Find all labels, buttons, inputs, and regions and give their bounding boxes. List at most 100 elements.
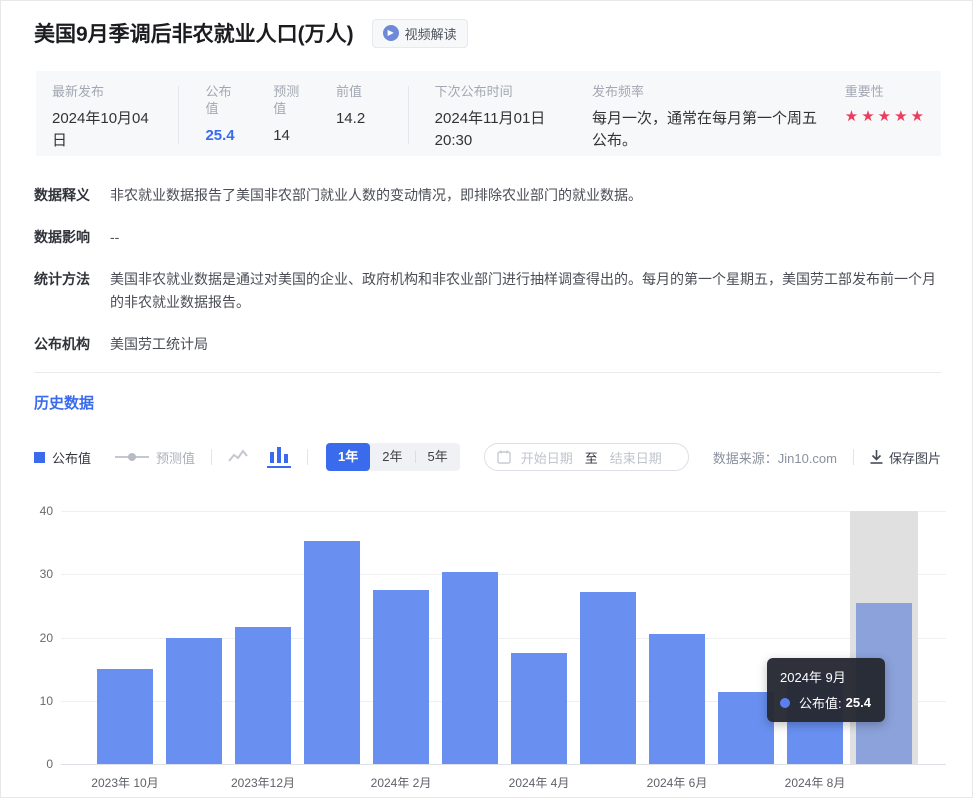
active-underline: [267, 466, 291, 468]
detail-label: 数据影响: [34, 226, 96, 249]
importance-stars: ★★★★★: [845, 108, 927, 126]
chart-plot: 2024年 9月 公布值: 25.4 0102030402023年 10月202…: [61, 511, 946, 764]
published-value: 25.4: [205, 125, 253, 147]
published-block: 公布值 25.4: [205, 84, 253, 156]
download-icon: [870, 450, 883, 464]
x-tick-label: 2023年 10月: [91, 774, 158, 791]
detail-label: 数据释义: [34, 184, 96, 207]
video-explain-button[interactable]: ▶ 视频解读: [372, 19, 468, 48]
x-tick-label: 2024年 8月: [785, 774, 846, 791]
range-tab-group: 1年 2年 5年: [326, 443, 460, 471]
bar-2024年1月[interactable]: [304, 541, 360, 764]
frequency-block: 发布频率 每月一次，通常在每月第一个周五公布。: [592, 84, 831, 156]
latest-release-value: 2024年10月04日: [52, 108, 163, 152]
detail-text: 美国劳工统计局: [110, 333, 208, 356]
y-tick-label: 30: [27, 567, 53, 581]
video-explain-label: 视频解读: [405, 24, 457, 43]
previous-block: 前值 14.2: [336, 84, 396, 156]
legend-published[interactable]: 公布值: [34, 448, 91, 467]
detail-row-agency: 公布机构 美国劳工统计局: [34, 333, 941, 356]
tooltip-value: 25.4: [846, 695, 871, 710]
end-date-field[interactable]: 结束日期: [610, 448, 662, 467]
date-range-picker[interactable]: 开始日期 至 结束日期: [484, 443, 689, 471]
tooltip-series-label: 公布值:: [799, 693, 842, 712]
detail-text: 非农就业数据报告了美国非农部门就业人数的变动情况，即排除农业部门的就业数据。: [110, 184, 642, 207]
detail-text: 美国非农就业数据是通过对美国的企业、政府机构和非农业部门进行抽样调查得出的。每月…: [110, 268, 941, 314]
forecast-label: 预测值: [273, 84, 305, 118]
divider: [853, 449, 854, 465]
title-row: 美国9月季调后非农就业人口(万人) ▶ 视频解读: [34, 18, 468, 48]
save-image-label: 保存图片: [889, 448, 941, 467]
y-tick-label: 10: [27, 694, 53, 708]
calendar-icon: [497, 450, 511, 464]
next-release-block: 下次公布时间 2024年11月01日 20:30: [435, 84, 574, 156]
legend-published-label: 公布值: [52, 448, 91, 467]
x-tick-label: 2024年 4月: [509, 774, 570, 791]
bar-2024年5月[interactable]: [580, 592, 636, 764]
tab-1year[interactable]: 1年: [326, 443, 370, 471]
detail-text: --: [110, 226, 119, 249]
page-title: 美国9月季调后非农就业人口(万人): [34, 18, 354, 48]
x-tick-label: 2024年 6月: [647, 774, 708, 791]
importance-block: 重要性 ★★★★★: [845, 84, 927, 156]
bar-2024年3月[interactable]: [442, 572, 498, 764]
summary-bar: 最新发布 2024年10月04日 公布值 25.4 预测值 14 前值 14.2…: [36, 71, 941, 156]
divider: [307, 449, 308, 465]
detail-row-definition: 数据释义 非农就业数据报告了美国非农部门就业人数的变动情况，即排除农业部门的就业…: [34, 184, 941, 207]
previous-value: 14.2: [336, 108, 396, 130]
tab-5year[interactable]: 5年: [416, 443, 460, 471]
bar-2023年12月[interactable]: [235, 627, 291, 764]
bar-chart-icon: [270, 447, 288, 463]
forecast-value: 14: [273, 125, 321, 147]
controls-right-group: 数据来源：Jin10.com 保存图片: [713, 448, 941, 467]
y-tick-label: 0: [27, 757, 53, 771]
section-divider: [34, 372, 941, 373]
detail-row-impact: 数据影响 --: [34, 226, 941, 249]
bar-2024年2月[interactable]: [373, 590, 429, 764]
next-release-label: 下次公布时间: [435, 84, 574, 101]
gridline: [61, 574, 946, 575]
importance-label: 重要性: [845, 84, 927, 101]
latest-release-label: 最新发布: [52, 84, 163, 101]
bar-2024年7月[interactable]: [718, 692, 774, 764]
bar-chart-toggle[interactable]: [267, 447, 291, 468]
divider: [211, 449, 212, 465]
bar-2023年10月[interactable]: [97, 669, 153, 764]
history-data-link[interactable]: 历史数据: [34, 392, 94, 413]
chart-controls: 公布值 预测值 1年 2年 5年 开始日期 至 结束日期 数据来源：Jin10.: [34, 442, 941, 472]
x-axis-line: [61, 764, 946, 765]
frequency-label: 发布频率: [592, 84, 831, 101]
legend-square-icon: [34, 452, 45, 463]
tooltip-row: 公布值: 25.4: [780, 693, 871, 712]
bar-2024年6月[interactable]: [649, 634, 705, 764]
previous-label: 前值: [336, 84, 396, 101]
divider: [178, 86, 179, 144]
published-label: 公布值: [205, 84, 237, 118]
date-separator: 至: [585, 448, 598, 467]
start-date-field[interactable]: 开始日期: [521, 448, 573, 467]
forecast-block: 预测值 14: [273, 84, 321, 156]
save-image-button[interactable]: 保存图片: [870, 448, 941, 467]
divider: [408, 86, 409, 144]
y-tick-label: 40: [27, 504, 53, 518]
legend-forecast-label: 预测值: [156, 448, 195, 467]
detail-label: 统计方法: [34, 268, 96, 314]
tooltip-title: 2024年 9月: [780, 667, 871, 686]
indicator-detail-page: 美国9月季调后非农就业人口(万人) ▶ 视频解读 最新发布 2024年10月04…: [0, 0, 973, 798]
line-chart-toggle[interactable]: [227, 449, 249, 465]
detail-section: 数据释义 非农就业数据报告了美国非农部门就业人数的变动情况，即排除农业部门的就业…: [34, 184, 941, 375]
detail-label: 公布机构: [34, 333, 96, 356]
latest-release-block: 最新发布 2024年10月04日: [52, 84, 163, 156]
tab-2year[interactable]: 2年: [370, 443, 414, 471]
history-bar-chart: 2024年 9月 公布值: 25.4 0102030402023年 10月202…: [1, 501, 973, 798]
gridline: [61, 511, 946, 512]
data-source-text: 数据来源：Jin10.com: [713, 448, 837, 467]
x-tick-label: 2024年 2月: [371, 774, 432, 791]
legend-linedot-icon: [115, 453, 149, 461]
bar-2024年4月[interactable]: [511, 653, 567, 764]
x-tick-label: 2023年12月: [231, 774, 295, 791]
legend-forecast[interactable]: 预测值: [115, 448, 195, 467]
line-chart-icon: [227, 449, 249, 465]
bar-2023年11月[interactable]: [166, 638, 222, 764]
frequency-value: 每月一次，通常在每月第一个周五公布。: [592, 108, 831, 152]
